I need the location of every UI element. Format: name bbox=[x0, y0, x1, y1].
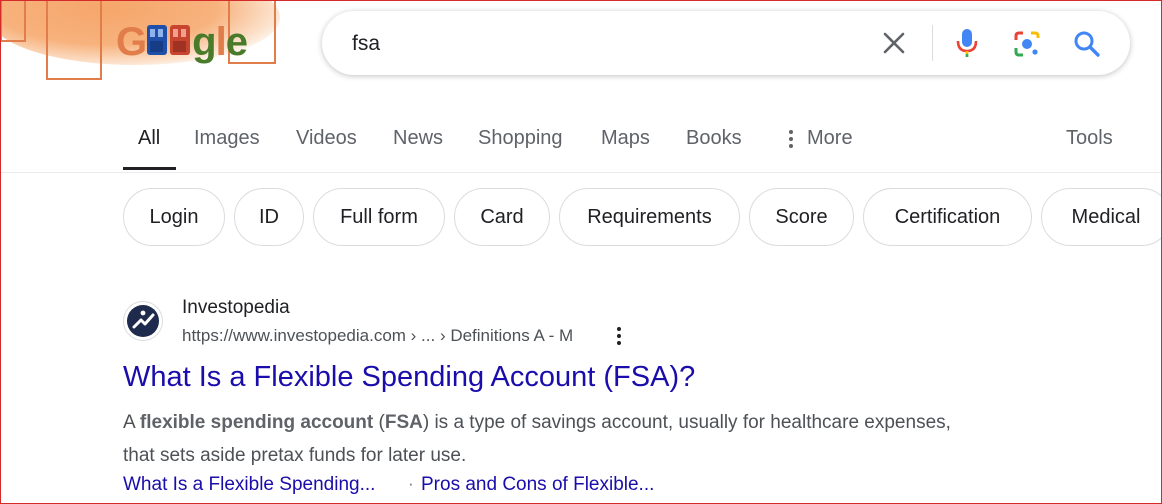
chip-card[interactable]: Card bbox=[454, 188, 550, 246]
search-tabs: All Images Videos News Shopping Maps Boo… bbox=[0, 112, 1162, 173]
active-tab-indicator bbox=[123, 167, 176, 170]
doodle-window bbox=[0, 0, 26, 42]
logo-letter-e: e bbox=[225, 20, 248, 64]
chip-certification[interactable]: Certification bbox=[863, 188, 1032, 246]
logo-doors-icon bbox=[146, 22, 192, 56]
snippet-bold: flexible spending account bbox=[139, 412, 374, 433]
lens-icon[interactable] bbox=[1012, 29, 1042, 59]
sublink-separator: · bbox=[408, 474, 414, 493]
search-input[interactable]: fsa bbox=[352, 32, 380, 56]
result-url[interactable]: https://www.investopedia.com › ... › Def… bbox=[182, 326, 573, 346]
sublink[interactable]: Pros and Cons of Flexible... bbox=[421, 474, 654, 496]
sublink[interactable]: What Is a Flexible Spending... bbox=[123, 474, 375, 496]
chip-full-form[interactable]: Full form bbox=[313, 188, 445, 246]
snippet-text: ( bbox=[373, 412, 385, 433]
tab-images[interactable]: Images bbox=[194, 127, 260, 150]
chip-requirements[interactable]: Requirements bbox=[559, 188, 740, 246]
doodle-door-left bbox=[46, 0, 102, 80]
chip-score[interactable]: Score bbox=[749, 188, 854, 246]
result-site-name[interactable]: Investopedia bbox=[182, 297, 290, 319]
result-title-link[interactable]: What Is a Flexible Spending Account (FSA… bbox=[123, 361, 695, 394]
close-icon[interactable] bbox=[880, 29, 908, 57]
tab-news[interactable]: News bbox=[393, 127, 443, 150]
google-logo[interactable]: Ggle bbox=[116, 20, 248, 65]
search-divider bbox=[932, 25, 933, 61]
investopedia-logo-icon bbox=[127, 305, 159, 337]
result-options-icon[interactable] bbox=[616, 326, 622, 346]
mic-icon[interactable] bbox=[954, 27, 980, 59]
chip-id[interactable]: ID bbox=[234, 188, 304, 246]
logo-letter-g: G bbox=[116, 20, 147, 64]
search-icon[interactable] bbox=[1072, 29, 1102, 59]
snippet-text: A bbox=[123, 412, 140, 433]
result-snippet: A flexible spending account (FSA) is a t… bbox=[123, 406, 963, 472]
tab-shopping[interactable]: Shopping bbox=[478, 127, 563, 150]
chip-medical[interactable]: Medical bbox=[1041, 188, 1162, 246]
tab-videos[interactable]: Videos bbox=[296, 127, 357, 150]
tab-books[interactable]: Books bbox=[686, 127, 742, 150]
more-dots-icon[interactable] bbox=[788, 129, 794, 149]
search-box[interactable]: fsa bbox=[322, 11, 1130, 75]
tab-more[interactable]: More bbox=[807, 127, 853, 150]
logo-letter-g2: g bbox=[192, 20, 216, 64]
logo-letter-l: l bbox=[215, 20, 227, 64]
snippet-bold: FSA bbox=[384, 412, 423, 433]
tab-all[interactable]: All bbox=[138, 127, 160, 150]
tools-button[interactable]: Tools bbox=[1066, 127, 1113, 150]
chip-login[interactable]: Login bbox=[123, 188, 225, 246]
tab-maps[interactable]: Maps bbox=[601, 127, 650, 150]
investopedia-favicon[interactable] bbox=[123, 301, 163, 341]
